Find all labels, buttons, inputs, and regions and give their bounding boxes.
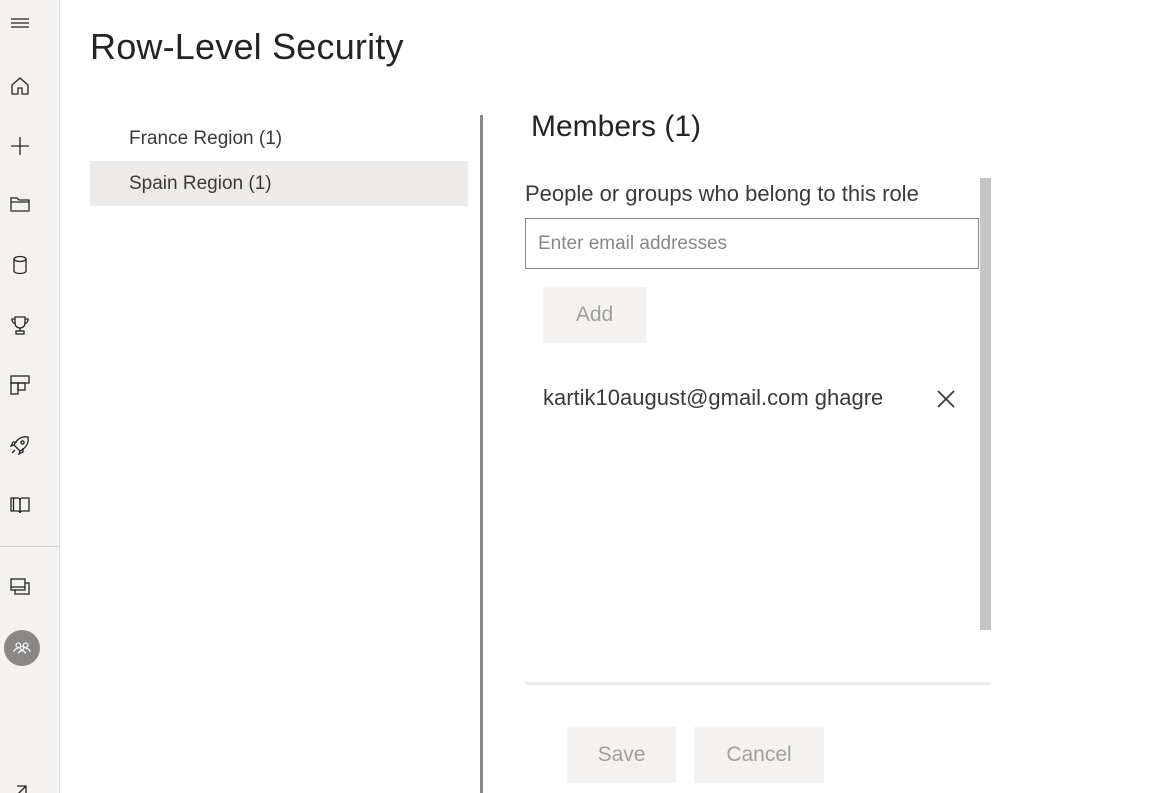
role-item-france-region[interactable]: France Region (1)	[90, 116, 468, 161]
apps-icon[interactable]	[0, 365, 40, 405]
expand-icon[interactable]	[0, 772, 40, 793]
member-name: kartik10august@gmail.com ghagre	[543, 385, 884, 410]
members-description: People or groups who belong to this role	[525, 181, 919, 206]
add-button[interactable]: Add	[543, 287, 646, 343]
hamburger-icon[interactable]	[0, 4, 40, 44]
datasets-icon[interactable]	[0, 245, 40, 285]
home-icon[interactable]	[0, 66, 40, 106]
member-list-item: kartik10august@gmail.com ghagre	[543, 380, 963, 416]
rocket-icon[interactable]	[0, 425, 40, 465]
email-input[interactable]	[525, 218, 979, 269]
plus-icon[interactable]	[0, 126, 40, 166]
book-icon[interactable]	[0, 485, 40, 525]
role-list: France Region (1) Spain Region (1)	[90, 116, 468, 206]
role-label: Spain Region (1)	[129, 172, 272, 194]
role-label: France Region (1)	[129, 127, 283, 149]
scrollbar[interactable]	[980, 178, 991, 630]
role-item-spain-region[interactable]: Spain Region (1)	[90, 161, 468, 206]
save-button[interactable]: Save	[567, 727, 676, 783]
page-title: Row-Level Security	[90, 26, 404, 67]
workspaces-icon[interactable]	[0, 567, 40, 607]
folder-icon[interactable]	[0, 184, 40, 224]
rail-divider	[0, 546, 59, 547]
members-title: Members (1)	[531, 110, 702, 143]
footer-divider	[525, 682, 991, 685]
remove-member-close-icon[interactable]	[934, 387, 958, 411]
nav-rail	[0, 0, 60, 793]
panel-divider	[480, 115, 483, 793]
people-icon[interactable]	[4, 630, 40, 666]
cancel-button[interactable]: Cancel	[694, 727, 824, 783]
trophy-icon[interactable]	[0, 305, 40, 345]
